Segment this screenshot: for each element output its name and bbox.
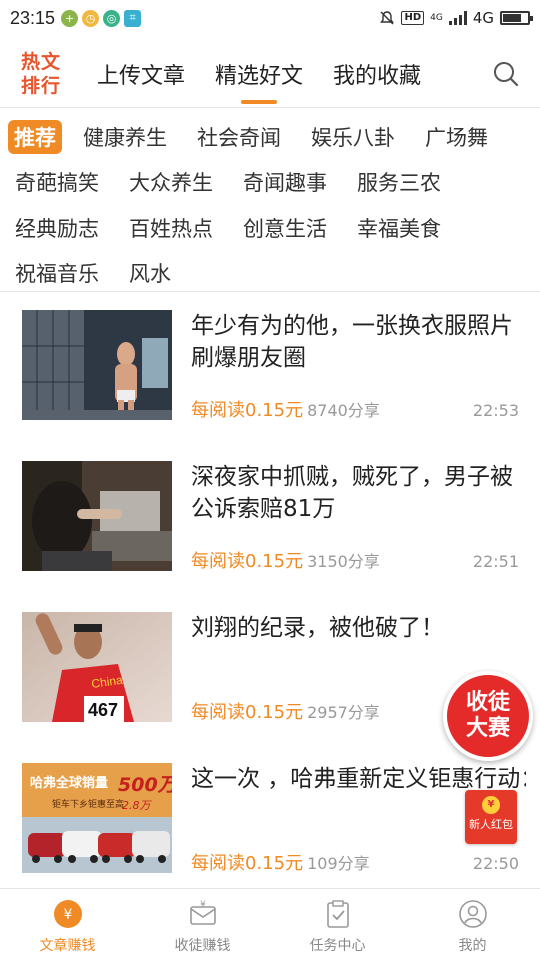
bottom-tab-articles[interactable]: ¥ 文章赚钱 xyxy=(0,889,135,960)
article-reward: 每阅读0.15元 xyxy=(191,400,304,421)
app-clock-icon: ◷ xyxy=(82,9,100,27)
bottom-nav: ¥ 文章赚钱 ¥ 收徒赚钱 任务中心 我的 xyxy=(0,888,540,960)
category-item[interactable]: 祝福音乐 xyxy=(0,258,114,288)
contest-line1: 收徒 xyxy=(465,690,510,715)
net-small-label: 4G xyxy=(430,12,443,23)
category-item[interactable]: 广场舞 xyxy=(410,122,503,152)
category-item[interactable]: 健康养生 xyxy=(68,122,182,152)
category-item[interactable]: 奇葩搞笑 xyxy=(0,167,114,197)
article-title: 年少有为的他，一张换衣服照片刷爆朋友圈 xyxy=(191,313,513,371)
hot-rank-line1: 热文 xyxy=(20,50,61,73)
article-title: 深夜家中抓贼，贼死了，男子被公诉索赔81万 xyxy=(191,464,513,522)
red-packet-label: 新人红包 xyxy=(469,818,513,831)
bottom-tab-label: 我的 xyxy=(458,938,487,954)
article-shares: 2957分享 xyxy=(307,703,380,722)
article-time: 22:50 xyxy=(472,854,519,873)
article-thumbnail xyxy=(22,461,172,571)
status-app-icons: + ◷ ◎ ⌗ xyxy=(61,9,142,27)
network-label: 4G xyxy=(472,9,494,27)
article-shares: 8740分享 xyxy=(307,401,380,420)
category-grid: 推荐 健康养生 社会奇闻 娱乐八卦 广场舞 奇葩搞笑 大众养生 奇闻趣事 服务三… xyxy=(0,108,540,292)
contest-line2: 大赛 xyxy=(465,716,510,741)
svg-text:¥: ¥ xyxy=(200,900,206,910)
search-icon[interactable] xyxy=(492,60,520,88)
app-scan-icon: ⌗ xyxy=(124,9,142,27)
category-item[interactable]: 大众养生 xyxy=(114,167,228,197)
category-item[interactable]: 服务三农 xyxy=(342,167,456,197)
signal-icon xyxy=(448,11,467,25)
article-reward: 每阅读0.15元 xyxy=(191,551,304,572)
tab-favorites[interactable]: 我的收藏 xyxy=(318,40,436,108)
tab-upload[interactable]: 上传文章 xyxy=(82,40,200,108)
bottom-tab-me[interactable]: 我的 xyxy=(405,889,540,960)
category-row: 推荐 健康养生 社会奇闻 娱乐八卦 广场舞 xyxy=(0,114,540,160)
bib-number: 467 xyxy=(88,700,118,720)
battery-icon xyxy=(500,11,533,25)
category-item[interactable]: 奇闻趣事 xyxy=(228,167,342,197)
category-item[interactable]: 风水 xyxy=(114,258,186,288)
category-item[interactable]: 百姓热点 xyxy=(114,213,228,243)
article-reward: 每阅读0.15元 xyxy=(191,853,304,874)
article-item[interactable]: 年少有为的他，一张换衣服照片刷爆朋友圈 每阅读0.15元 8740分享 22:5… xyxy=(0,292,540,443)
ad-amount: 2.8万 xyxy=(122,799,152,812)
category-row: 经典励志 百姓热点 创意生活 幸福美食 xyxy=(0,205,540,251)
article-meta: 每阅读0.15元 109分享 22:50 xyxy=(191,849,519,875)
ad-subline: 钜车下乡钜惠至高 xyxy=(52,798,124,810)
ad-number: 500万 xyxy=(118,774,172,796)
article-meta: 每阅读0.15元 8740分享 22:53 xyxy=(191,396,519,422)
bottom-tab-tasks[interactable]: 任务中心 xyxy=(270,889,405,960)
mute-bell-icon xyxy=(380,11,395,25)
envelope-icon: ¥ xyxy=(188,899,218,929)
article-item[interactable]: 哈弗全球销量 500万 钜车下乡钜惠至高 2.8万 这一次 ，哈弗重新定义钜惠行… xyxy=(0,745,540,896)
new-user-red-packet-button[interactable]: ¥ 新人红包 xyxy=(465,790,517,844)
article-time: 22:51 xyxy=(472,552,519,571)
recruit-contest-button[interactable]: 收徒 大赛 xyxy=(443,671,533,761)
bottom-tab-label: 收徒赚钱 xyxy=(174,938,231,954)
category-row: 祝福音乐 风水 xyxy=(0,251,540,297)
svg-text:¥: ¥ xyxy=(63,907,72,923)
article-title: 刘翔的纪录，被他破了！ xyxy=(191,615,444,641)
ad-headline: 哈弗全球销量 xyxy=(30,775,108,791)
article-thumbnail: China 467 xyxy=(22,612,172,722)
status-time: 23:15 xyxy=(10,7,56,28)
category-item[interactable]: 创意生活 xyxy=(228,213,342,243)
hot-rank-button[interactable]: 热文 排行 xyxy=(0,50,82,98)
category-item[interactable]: 幸福美食 xyxy=(342,213,456,243)
user-icon xyxy=(458,899,488,929)
article-item[interactable]: 深夜家中抓贼，贼死了，男子被公诉索赔81万 每阅读0.15元 3150分享 22… xyxy=(0,443,540,594)
bottom-tab-recruit[interactable]: ¥ 收徒赚钱 xyxy=(135,889,270,960)
tab-featured[interactable]: 精选好文 xyxy=(200,40,318,108)
status-bar: 23:15 + ◷ ◎ ⌗ HD 4G 4G xyxy=(0,0,540,36)
clipboard-check-icon xyxy=(323,899,353,929)
top-nav: 热文 排行 上传文章 精选好文 我的收藏 xyxy=(0,40,540,108)
hot-rank-line2: 排行 xyxy=(20,74,61,97)
category-item[interactable]: 社会奇闻 xyxy=(182,122,296,152)
hd-icon: HD xyxy=(401,11,425,25)
category-item[interactable]: 经典励志 xyxy=(0,213,114,243)
article-thumbnail xyxy=(22,310,172,420)
app-wifi-icon: ◎ xyxy=(103,9,121,27)
category-item[interactable]: 娱乐八卦 xyxy=(296,122,410,152)
yuan-coin-icon: ¥ xyxy=(53,899,83,929)
article-list: 年少有为的他，一张换衣服照片刷爆朋友圈 每阅读0.15元 8740分享 22:5… xyxy=(0,292,540,896)
yuan-coin-icon: ¥ xyxy=(482,796,500,814)
article-shares: 109分享 xyxy=(307,854,370,873)
app-notify-icon: + xyxy=(61,9,79,27)
article-shares: 3150分享 xyxy=(307,552,380,571)
article-reward: 每阅读0.15元 xyxy=(191,702,304,723)
bottom-tab-label: 文章赚钱 xyxy=(39,938,96,954)
article-thumbnail: 哈弗全球销量 500万 钜车下乡钜惠至高 2.8万 xyxy=(22,763,172,873)
category-row: 奇葩搞笑 大众养生 奇闻趣事 服务三农 xyxy=(0,160,540,206)
article-meta: 每阅读0.15元 3150分享 22:51 xyxy=(191,547,519,573)
article-time: 22:53 xyxy=(472,401,519,420)
category-recommend[interactable]: 推荐 xyxy=(8,119,62,154)
bottom-tab-label: 任务中心 xyxy=(309,938,366,954)
